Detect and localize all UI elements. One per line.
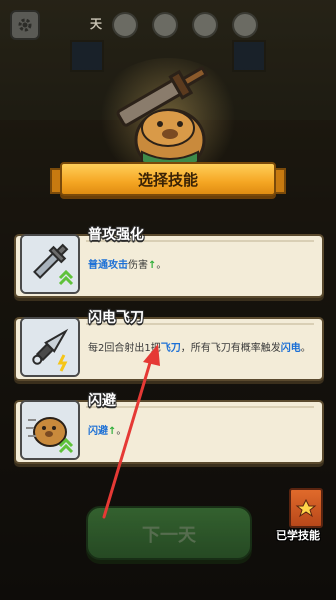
highlight-text: 普通攻击 bbox=[88, 260, 128, 271]
top-status-bar: 天 bbox=[6, 6, 330, 40]
skill-card-2[interactable]: 闪电飞刀 每2回合射出1把飞刀，所有飞刀有概率触发闪电。 bbox=[14, 310, 324, 381]
skull-icon bbox=[192, 12, 218, 38]
description-text: 。 bbox=[300, 343, 311, 354]
skill-description: 闪避↑。 bbox=[88, 422, 126, 437]
skill-icon-box bbox=[20, 234, 80, 294]
highlight-text: 闪避 bbox=[88, 426, 108, 437]
skill-name: 普攻强化 bbox=[88, 227, 144, 243]
skill-description: 普通攻击伤害↑。 bbox=[88, 256, 166, 271]
next-day-label: 下一天 bbox=[142, 525, 196, 546]
description-text: 。 bbox=[116, 426, 127, 437]
title-banner: 选择技能 bbox=[50, 162, 286, 196]
skill-name: 闪电飞刀 bbox=[88, 310, 144, 326]
skill-book-icon bbox=[295, 498, 317, 518]
next-day-button[interactable]: 下一天 bbox=[86, 506, 252, 560]
heart-icon bbox=[112, 12, 138, 38]
highlight-text: 飞刀 bbox=[160, 343, 181, 354]
coin-icon bbox=[152, 12, 178, 38]
shield-icon bbox=[232, 12, 258, 38]
sword-icon bbox=[22, 236, 78, 292]
skill-card-1[interactable]: 普攻强化 普通攻击伤害↑。 bbox=[14, 227, 324, 298]
description-text: 伤害 bbox=[128, 260, 148, 271]
settings-button[interactable] bbox=[10, 10, 40, 40]
day-label: 天 bbox=[90, 17, 103, 31]
title-underline bbox=[86, 406, 314, 408]
skill-icon-box bbox=[20, 400, 80, 460]
flying-knife-icon bbox=[22, 319, 78, 375]
description-text: ，所有飞刀有概率触发 bbox=[180, 343, 281, 354]
capybara-dodge-icon bbox=[22, 402, 78, 458]
capybara-hero-icon bbox=[116, 66, 209, 172]
skill-description: 每2回合射出1把飞刀，所有飞刀有概率触发闪电。 bbox=[88, 339, 311, 354]
description-text: 每2回合射出1把 bbox=[88, 343, 161, 354]
skill-card-3[interactable]: 闪避 闪避↑。 bbox=[14, 393, 324, 464]
learned-skills-label: 已学技能 bbox=[276, 529, 320, 542]
skill-name: 闪避 bbox=[88, 393, 116, 409]
description-text: 。 bbox=[156, 260, 167, 271]
page-title: 选择技能 bbox=[137, 171, 198, 189]
gear-icon bbox=[18, 18, 32, 32]
learned-skills-button[interactable] bbox=[289, 488, 323, 528]
highlight-text: 闪电 bbox=[280, 343, 301, 354]
skill-icon-box bbox=[20, 317, 80, 377]
